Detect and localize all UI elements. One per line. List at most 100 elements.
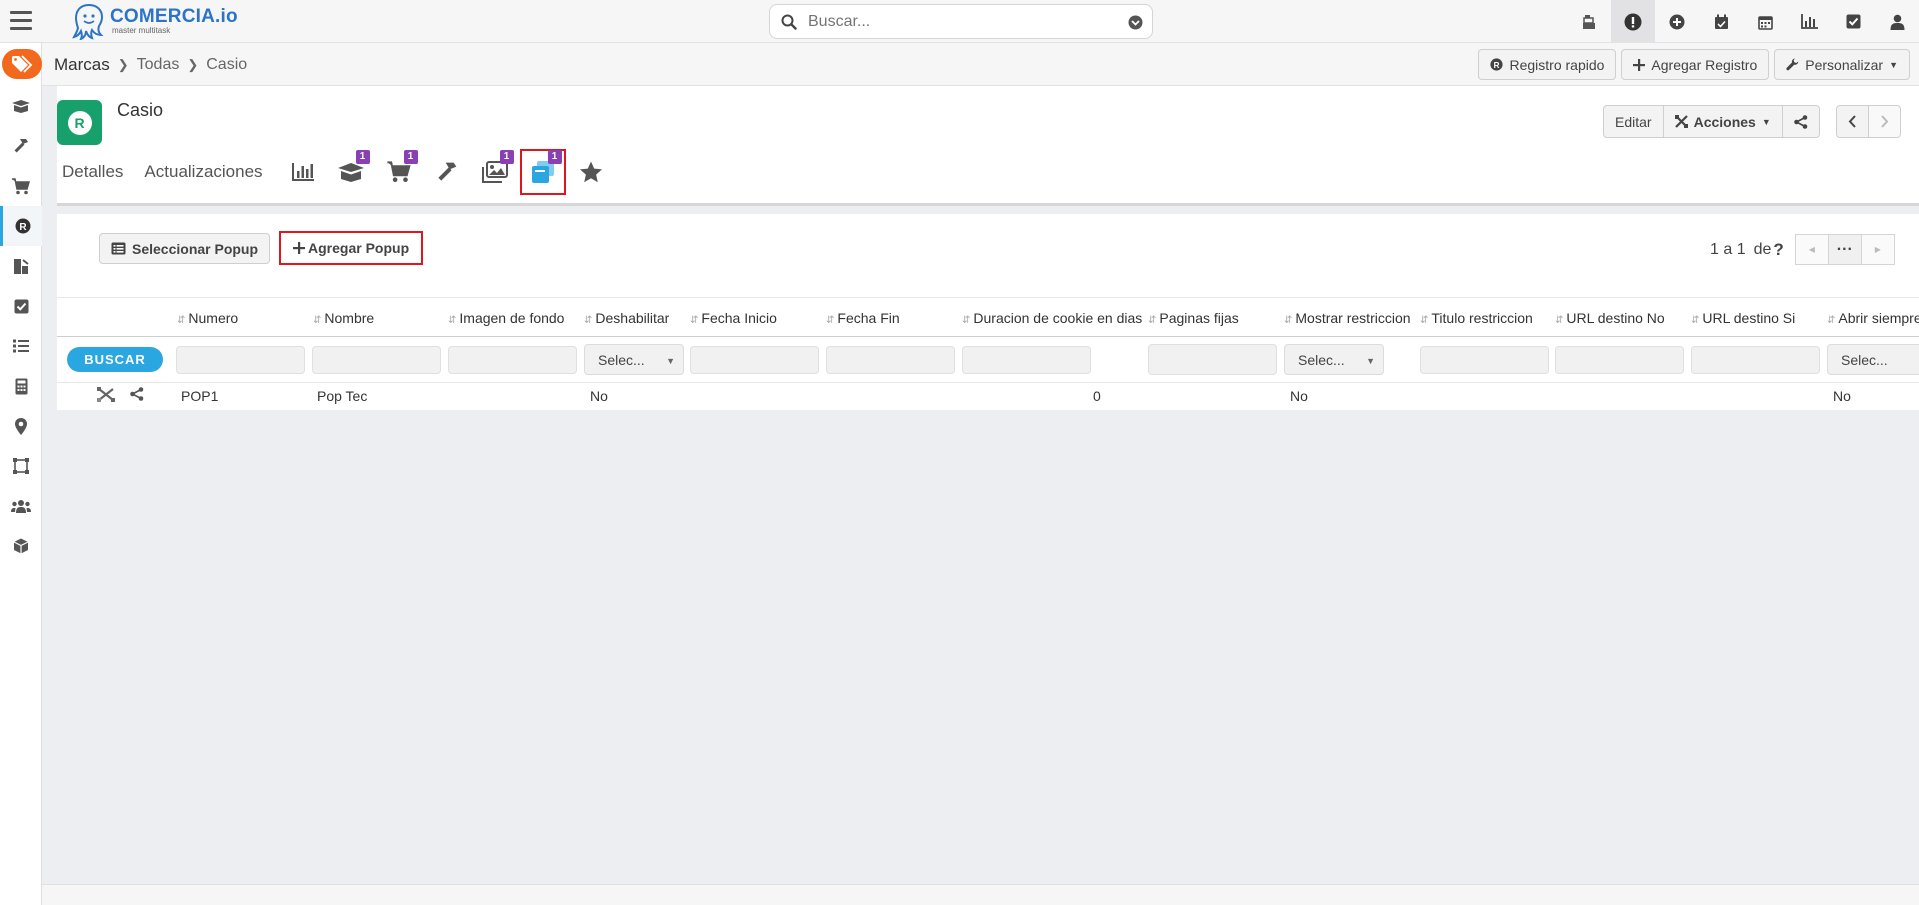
tab-popups[interactable]: 1 <box>519 149 566 195</box>
breadcrumb-all[interactable]: Todas <box>137 56 180 74</box>
filter-nombre[interactable] <box>312 346 441 374</box>
sidebar-item-workflow[interactable] <box>0 446 42 486</box>
previous-record-button[interactable] <box>1836 105 1869 138</box>
customize-button[interactable]: Personalizar ▼ <box>1774 49 1910 80</box>
pagination-range: 1 a 1 <box>1710 240 1746 258</box>
sort-icon: ⇵ <box>962 315 971 326</box>
images-icon <box>481 161 508 183</box>
alert-exclamation-icon[interactable] <box>1611 0 1655 43</box>
sidebar-item-brands[interactable]: R <box>0 206 42 246</box>
wrench-icon <box>1786 58 1799 71</box>
column-url-destino-no[interactable]: ⇵ URL destino No <box>1555 298 1665 338</box>
app-logo[interactable]: COMERCIA.io master multitask <box>72 2 238 40</box>
tab-sales[interactable]: 1 <box>380 150 418 191</box>
hamburger-menu-icon[interactable] <box>10 11 32 31</box>
sidebar-item-pricing[interactable] <box>0 246 42 286</box>
share-icon[interactable] <box>130 387 144 401</box>
column-paginas-fijas[interactable]: ⇵ Paginas fijas <box>1148 298 1239 338</box>
sidebar-item-locations[interactable] <box>0 406 42 446</box>
filter-url-destino-si[interactable] <box>1691 346 1820 374</box>
share-icon <box>1793 114 1808 129</box>
plus-icon <box>1633 58 1646 71</box>
search-button[interactable]: BUSCAR <box>67 347 163 372</box>
select-popup-button[interactable]: Seleccionar Popup <box>99 233 271 264</box>
column-url-destino-si[interactable]: ⇵ URL destino Si <box>1691 298 1795 338</box>
calendar-check-icon[interactable] <box>1699 0 1743 43</box>
tab-statistics[interactable] <box>284 153 322 191</box>
actions-dropdown[interactable]: Acciones ▼ <box>1662 105 1783 138</box>
previous-page-button[interactable]: ◀ <box>1794 234 1829 265</box>
line-chart-icon[interactable] <box>1787 0 1831 43</box>
calculator-icon <box>15 378 27 394</box>
add-popup-button[interactable]: Agregar Popup <box>279 231 424 265</box>
column-abrir-siempre[interactable]: ⇵ Abrir siempre <box>1827 298 1919 338</box>
box-open-icon <box>12 100 30 113</box>
column-duracion-cookie[interactable]: ⇵ Duracion de cookie en dias <box>962 298 1142 338</box>
filter-titulo-restriccion[interactable] <box>1420 346 1549 374</box>
column-fecha-fin[interactable]: ⇵ Fecha Fin <box>826 298 900 338</box>
sidebar-item-lists[interactable] <box>0 326 42 366</box>
breadcrumb-brands[interactable]: Marcas <box>54 55 110 75</box>
filter-numero[interactable] <box>176 346 305 374</box>
filter-deshabilitar-select[interactable]: Selec... ▼ <box>584 344 684 375</box>
share-button[interactable] <box>1781 105 1820 138</box>
breadcrumb-actions: R Registro rapido Agregar Registro Perso… <box>1478 49 1910 80</box>
tools-icon[interactable] <box>97 387 116 402</box>
tab-gallery[interactable]: 1 <box>476 150 514 191</box>
sidebar-item-tasks[interactable] <box>0 286 42 326</box>
next-record-button[interactable] <box>1868 105 1901 138</box>
caret-down-icon: ▼ <box>1889 59 1898 70</box>
filter-imagen-fondo[interactable] <box>448 346 577 374</box>
svg-text:R: R <box>1494 61 1500 70</box>
cash-register-icon[interactable] <box>1567 0 1611 43</box>
column-deshabilitar[interactable]: ⇵ Deshabilitar <box>584 298 669 338</box>
tab-updates[interactable]: Actualizaciones <box>144 162 262 182</box>
plus-circle-icon[interactable] <box>1655 0 1699 43</box>
sort-icon: ⇵ <box>690 315 699 326</box>
next-page-button[interactable]: ▶ <box>1860 234 1895 265</box>
filter-mostrar-restriccion-select[interactable]: Selec... ▼ <box>1284 344 1384 375</box>
column-numero[interactable]: ⇵ Numero <box>177 298 238 338</box>
sidebar-item-accounting[interactable] <box>0 366 42 406</box>
column-titulo-restriccion[interactable]: ⇵ Titulo restriccion <box>1420 298 1533 338</box>
column-imagen-fondo[interactable]: ⇵ Imagen de fondo <box>448 298 564 338</box>
filter-url-destino-no[interactable] <box>1555 346 1684 374</box>
column-fecha-inicio[interactable]: ⇵ Fecha Inicio <box>690 298 777 338</box>
tab-popups-badge: 1 <box>547 150 562 164</box>
caret-down-icon: ▼ <box>1761 116 1771 127</box>
record-header: R Casio Editar Acciones ▼ Detalles Actua… <box>57 86 1919 206</box>
quick-register-button[interactable]: R Registro rapido <box>1478 49 1617 80</box>
sidebar-item-products[interactable] <box>0 526 42 566</box>
user-icon[interactable] <box>1875 0 1919 43</box>
checkbox-icon[interactable] <box>1831 0 1875 43</box>
filter-paginas-fijas[interactable] <box>1148 344 1277 375</box>
chevron-left-icon <box>1848 115 1856 128</box>
column-nombre[interactable]: ⇵ Nombre <box>313 298 374 338</box>
filter-abrir-siempre-select[interactable]: Selec... <box>1827 344 1919 375</box>
chevron-circle-down-icon[interactable] <box>1128 15 1143 30</box>
sidebar-item-inventory[interactable] <box>0 86 42 126</box>
sidebar-item-users[interactable] <box>0 486 42 526</box>
tab-inventory[interactable]: 1 <box>332 150 370 191</box>
sort-icon: ⇵ <box>1284 315 1293 326</box>
tools-icon <box>1674 115 1688 128</box>
search-input[interactable] <box>806 10 1106 34</box>
filter-fecha-fin[interactable] <box>826 346 955 374</box>
quick-register-label: Registro rapido <box>1509 56 1605 73</box>
add-record-button[interactable]: Agregar Registro <box>1621 49 1770 80</box>
sidebar-item-sales[interactable] <box>0 166 42 206</box>
more-pages-button[interactable]: ··· <box>1827 234 1862 265</box>
calendar-icon[interactable] <box>1743 0 1787 43</box>
tags-icon[interactable] <box>2 49 42 79</box>
filter-fecha-inicio[interactable] <box>690 346 819 374</box>
record-navigation <box>1836 105 1901 138</box>
table-row[interactable]: POP1 Pop Tec No 0 No No <box>57 383 1919 410</box>
column-mostrar-restriccion[interactable]: ⇵ Mostrar restriccion <box>1284 298 1411 338</box>
edit-button[interactable]: Editar <box>1603 105 1664 138</box>
sidebar-item-tools[interactable] <box>0 126 42 166</box>
filter-duracion-cookie[interactable] <box>962 346 1091 374</box>
tab-favorites[interactable] <box>572 153 610 191</box>
question-icon[interactable]: ? <box>1773 240 1783 260</box>
tab-details[interactable]: Detalles <box>62 162 123 182</box>
tab-tools[interactable] <box>428 153 466 191</box>
